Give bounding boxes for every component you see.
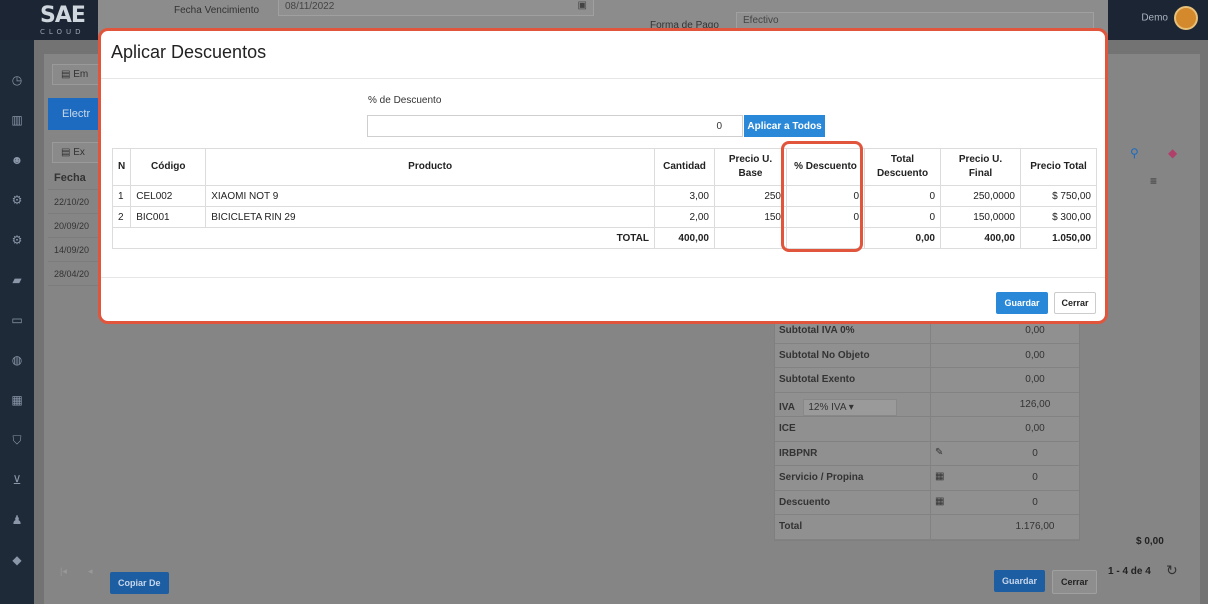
totals-row: Total 1.176,00 — [775, 515, 1079, 540]
card-icon[interactable]: ▭ — [9, 312, 25, 328]
pagination-info: 1 - 4 de 4 — [1108, 566, 1151, 577]
due-date-field[interactable]: 08/11/2022 ▣ — [278, 0, 594, 16]
close-button-bg[interactable]: Cerrar — [1052, 570, 1098, 594]
iva-select[interactable]: 12% IVA ▾ — [803, 398, 898, 416]
gears-icon[interactable]: ⚙ — [9, 232, 25, 248]
export-button[interactable]: ▤ Ex — [52, 142, 100, 163]
col-producto: Producto — [205, 148, 655, 186]
totals-row: Subtotal No Objeto 0,00 — [775, 343, 1079, 368]
col-precio-final: Precio U. Final — [940, 148, 1021, 186]
users-icon[interactable]: ☻ — [9, 152, 25, 168]
list-item[interactable]: 14/09/20 — [48, 238, 100, 262]
list-item[interactable]: 28/04/20 — [48, 262, 100, 286]
apply-to-all-button[interactable]: Aplicar a Todos — [744, 115, 825, 137]
avatar[interactable] — [1174, 6, 1198, 30]
chart-icon[interactable]: ▥ — [9, 112, 25, 128]
totals-table: Subtotal IVA 0% 0,00 Subtotal No Objeto 0,… — [774, 318, 1080, 541]
calculator-icon[interactable]: ▦ — [931, 466, 991, 490]
totals-row: Descuento ▦ 0 — [775, 490, 1079, 515]
search-icon[interactable]: ⚲ — [1130, 146, 1139, 160]
col-codigo: Código — [130, 148, 207, 186]
totals-row: IVA 12% IVA ▾ 126,00 — [775, 392, 1079, 417]
modal-footer: Guardar Cerrar — [101, 277, 1105, 321]
copy-from-button[interactable]: Copiar De — [110, 572, 169, 594]
due-date-label: Fecha Vencimiento — [174, 5, 260, 16]
products-table: N Código Producto Cantidad Precio U. Bas… — [111, 148, 1097, 249]
discount-cell[interactable]: 0 — [786, 185, 865, 207]
shield-icon[interactable]: ⛉ — [9, 432, 25, 448]
filter-icon[interactable]: ≡ — [1150, 174, 1157, 188]
eraser-icon[interactable]: ◆ — [1168, 146, 1177, 160]
apply-discounts-modal: Aplicar Descuentos % de Descuento Aplica… — [98, 28, 1108, 324]
table-row: 2 BIC001 BICICLETA RIN 29 2,00 150 0 0 1… — [111, 206, 1097, 228]
col-total-descuento: Total Descuento — [864, 148, 941, 186]
discount-cell[interactable]: 0 — [786, 206, 865, 228]
totals-row: Servicio / Propina ▦ 0 — [775, 466, 1079, 491]
first-page-icon[interactable]: |◂ — [60, 566, 67, 577]
calculator-icon[interactable]: ▦ — [931, 491, 991, 515]
col-cantidad: Cantidad — [654, 148, 715, 186]
tab-electronic[interactable]: Electr — [48, 98, 100, 130]
excel-icon: ▤ — [61, 147, 71, 158]
save-button-bg[interactable]: Guardar — [994, 570, 1046, 592]
person-icon[interactable]: ♟ — [9, 512, 25, 528]
table-total-row: TOTAL 400,00 0,00 400,00 1.050,00 — [112, 227, 1097, 249]
table-row: 1 CEL002 XIAOMI NOT 9 3,00 250 0 0 250,0… — [111, 185, 1097, 207]
list-item[interactable]: 20/09/20 — [48, 214, 100, 238]
tag-icon[interactable]: ◆ — [9, 552, 25, 568]
close-button[interactable]: Cerrar — [1054, 292, 1096, 314]
col-precio-total: Precio Total — [1020, 148, 1097, 186]
app-logo[interactable]: SAE CLOUD — [40, 4, 98, 38]
modal-header: Aplicar Descuentos — [101, 31, 1105, 79]
discount-label: % de Descuento — [368, 95, 442, 106]
col-precio-base: Precio U. Base — [714, 148, 787, 186]
sidebar: ◷ ▥ ☻ ⚙ ⚙ ▰ ▭ ◍ ▦ ⛉ ⊻ ♟ ◆ — [0, 40, 34, 604]
document-icon: ▤ — [61, 69, 71, 80]
invoice-list: Fecha 22/10/20 20/09/20 14/09/20 28/04/2… — [48, 172, 100, 286]
cart-icon[interactable]: ⊻ — [9, 472, 25, 488]
col-n: N — [111, 148, 132, 186]
save-button[interactable]: Guardar — [996, 292, 1048, 314]
discount-percent-input[interactable] — [367, 115, 743, 137]
totals-row: ICE 0,00 — [775, 417, 1079, 442]
amount-total: $ 0,00 — [1136, 536, 1164, 547]
calendar-icon[interactable]: ▦ — [9, 392, 25, 408]
table-header-row: N Código Producto Cantidad Precio U. Bas… — [111, 148, 1097, 186]
settings-icon[interactable]: ⚙ — [9, 192, 25, 208]
pencil-icon[interactable]: ✎ — [931, 442, 991, 466]
totals-row: IRBPNR ✎ 0 — [775, 441, 1079, 466]
list-item[interactable]: 22/10/20 — [48, 190, 100, 214]
globe-icon[interactable]: ◍ — [9, 352, 25, 368]
modal-title: Aplicar Descuentos — [111, 42, 267, 62]
list-header[interactable]: Fecha — [48, 166, 100, 190]
calendar-icon[interactable]: ▣ — [578, 0, 587, 11]
totals-row: Subtotal Exento 0,00 — [775, 368, 1079, 393]
truck-icon[interactable]: ▰ — [9, 272, 25, 288]
refresh-icon[interactable]: ↻ — [1166, 562, 1178, 579]
total-label: TOTAL — [112, 227, 655, 249]
emit-button[interactable]: ▤ Em — [52, 64, 100, 85]
user-menu[interactable]: Demo — [1141, 6, 1198, 30]
col-descuento: % Descuento — [786, 148, 865, 186]
clock-icon[interactable]: ◷ — [9, 72, 25, 88]
prev-page-icon[interactable]: ◂ — [88, 566, 93, 577]
